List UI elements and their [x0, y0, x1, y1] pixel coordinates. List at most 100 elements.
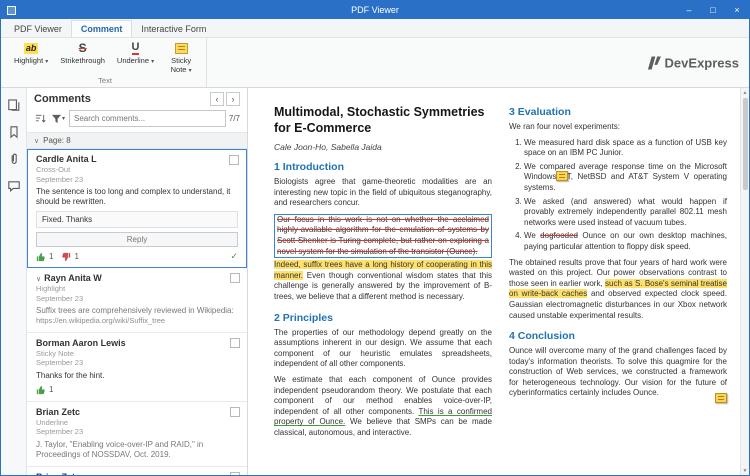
experiment-item-2: We compared average response time on the… — [524, 162, 727, 194]
sticky-note-button[interactable]: Sticky Note ▾ — [160, 40, 202, 75]
comment-checkbox[interactable] — [230, 338, 240, 348]
doc-right-column: 3 Evaluation We ran four novel experimen… — [509, 104, 727, 443]
comment-author: Borman Aaron Lewis — [36, 338, 238, 349]
heading-principles: 2 Principles — [274, 312, 492, 324]
thumbs-up-icon[interactable] — [36, 252, 46, 262]
chevron-down-icon: ▾ — [151, 59, 154, 65]
comment-reply-text: Fixed. Thanks — [36, 211, 238, 228]
comment-author: Rayn Anita W — [44, 273, 102, 284]
comment-text: Thanks for the hint. — [36, 371, 238, 381]
reply-button[interactable]: Reply — [36, 232, 238, 247]
comments-pane-icon[interactable] — [6, 178, 22, 193]
thumbs-up-icon[interactable] — [36, 385, 46, 395]
heading-introduction: 1 Introduction — [274, 161, 492, 173]
bookmarks-icon[interactable] — [6, 124, 22, 139]
comment-card[interactable]: Brian Zetc Underline September 23 J. Tay… — [27, 402, 247, 467]
doc-left-column: Multimodal, Stochastic Symmetries for E-… — [274, 104, 492, 443]
comment-card[interactable]: Borman Aaron Lewis Sticky Note September… — [27, 333, 247, 402]
tab-pdf-viewer[interactable]: PDF Viewer — [5, 21, 71, 37]
experiment-item-3: We asked (and answered) what would happe… — [524, 197, 727, 229]
highlight-icon: ab — [24, 43, 39, 54]
main-content: Comments ‹ › ▾ 7/7 ∨ Page: 8 — [1, 88, 749, 475]
sticky-note-annotation-icon[interactable] — [556, 171, 568, 181]
highlight-label: Highlight — [14, 56, 43, 65]
principles-paragraph-2: We estimate that each component of Ounce… — [274, 375, 492, 439]
minimize-button[interactable]: – — [677, 1, 701, 19]
previous-comment-button[interactable]: ‹ — [210, 92, 224, 106]
crossout-text[interactable]: Our focus in this work is not on whether… — [277, 215, 489, 256]
thumbnails-icon[interactable] — [6, 97, 22, 112]
intro-paragraph-2-rest: Even though conventional wisdom states t… — [274, 271, 492, 301]
document-scrollbar[interactable]: ▲ ▼ — [740, 88, 749, 475]
experiment-item-4-before: We — [524, 231, 536, 240]
strikethrough-label: Strikethrough — [60, 56, 105, 65]
experiment-item-1: We measured hard disk space as a functio… — [524, 138, 727, 159]
ribbon-tab-row: PDF Viewer Comment Interactive Form — [1, 19, 749, 38]
filter-comments-icon[interactable]: ▾ — [50, 111, 66, 127]
thumbs-up-count: 1 — [49, 252, 53, 261]
comment-link[interactable]: https://en.wikipedia.org/wiki/Suffix_tre… — [36, 316, 238, 326]
tab-interactive-form[interactable]: Interactive Form — [132, 21, 215, 37]
document-page[interactable]: Multimodal, Stochastic Symmetries for E-… — [248, 88, 740, 475]
comment-card[interactable]: Cardle Anita L Cross-Out September 23 Th… — [27, 149, 247, 268]
comment-type: Cross-Out — [36, 165, 238, 175]
scrollbar-thumb[interactable] — [743, 98, 748, 190]
paper-title: Multimodal, Stochastic Symmetries for E-… — [274, 104, 492, 136]
heading-conclusion: 4 Conclusion — [509, 330, 727, 342]
comments-panel: Comments ‹ › ▾ 7/7 ∨ Page: 8 — [27, 88, 248, 475]
crossout-annotation-box[interactable]: Our focus in this work is not on whether… — [274, 214, 492, 258]
comment-card[interactable]: Brian Zetc Highlight September 23 I. Sut… — [27, 467, 247, 476]
navigation-pane-toolbar — [1, 88, 27, 475]
underline-button[interactable]: U Underline ▾ — [111, 40, 160, 75]
comment-checkbox[interactable] — [230, 472, 240, 476]
search-comments-input[interactable] — [69, 110, 226, 127]
pdf-viewer-window: PDF Viewer – □ × PDF Viewer Comment Inte… — [0, 0, 750, 476]
comment-text: J. Taylor, "Enabling voice-over-IP and R… — [36, 440, 238, 460]
strikethrough-button[interactable]: S Strikethrough — [54, 40, 111, 75]
thumbs-down-icon[interactable] — [61, 252, 71, 262]
chevron-down-icon: ▾ — [62, 115, 65, 122]
experiments-list: We measured hard disk space as a functio… — [509, 138, 727, 253]
tab-comment[interactable]: Comment — [71, 20, 133, 37]
comments-list: Cardle Anita L Cross-Out September 23 Th… — [27, 149, 247, 475]
comment-date: September 23 — [36, 175, 238, 185]
highlight-button[interactable]: ab Highlight ▾ — [8, 40, 54, 75]
intro-paragraph-1: Biologists agree that game-theoretic mod… — [274, 177, 492, 209]
maximize-button[interactable]: □ — [701, 1, 725, 19]
comment-text: The sentence is too long and complex to … — [36, 187, 238, 207]
devexpress-logo-text: DevExpress — [665, 55, 739, 70]
comment-type: Underline — [36, 418, 238, 428]
comment-checkbox[interactable] — [230, 407, 240, 417]
titlebar: PDF Viewer – □ × — [1, 1, 749, 19]
chevron-down-icon: ∨ — [34, 137, 39, 145]
devexpress-logo: DevExpress — [646, 55, 739, 70]
scroll-down-icon[interactable]: ▼ — [743, 466, 748, 475]
conclusion-text: Ounce will overcome many of the grand ch… — [509, 346, 727, 397]
crossout-word-annotation[interactable]: dogfooded — [540, 231, 578, 240]
expand-chevron-icon[interactable]: ∨ — [36, 275, 41, 283]
experiment-item-2-text: We compared average response time on the… — [524, 162, 727, 192]
window-controls: – □ × — [677, 1, 749, 19]
principles-paragraph-1: The properties of our methodology depend… — [274, 328, 492, 370]
comment-date: September 23 — [36, 294, 238, 304]
comment-card[interactable]: ∨ Rayn Anita W Highlight September 23 Su… — [27, 268, 247, 333]
sort-comments-icon[interactable] — [34, 111, 47, 127]
next-comment-button[interactable]: › — [226, 92, 240, 106]
comment-checkbox[interactable] — [229, 155, 239, 165]
window-title: PDF Viewer — [1, 5, 749, 15]
devexpress-logo-mark — [646, 56, 661, 69]
comment-date: September 23 — [36, 358, 238, 368]
attachments-icon[interactable] — [6, 151, 22, 166]
comment-checkbox[interactable] — [230, 273, 240, 283]
scroll-up-icon[interactable]: ▲ — [743, 88, 748, 97]
sticky-note-label-2: Note — [171, 65, 187, 74]
page-group-header[interactable]: ∨ Page: 8 — [27, 133, 247, 149]
text-group: ab Highlight ▾ S Strikethrough U Underli… — [4, 38, 207, 87]
sticky-note-annotation-icon[interactable] — [715, 393, 727, 403]
experiment-item-4: We dogfooded Ounce on our own desktop ma… — [524, 231, 727, 252]
close-button[interactable]: × — [725, 1, 749, 19]
ribbon: ab Highlight ▾ S Strikethrough U Underli… — [1, 38, 749, 88]
comment-author: Cardle Anita L — [36, 154, 238, 165]
resolved-check-icon[interactable]: ✓ — [230, 251, 238, 262]
comment-type: Highlight — [36, 284, 238, 294]
